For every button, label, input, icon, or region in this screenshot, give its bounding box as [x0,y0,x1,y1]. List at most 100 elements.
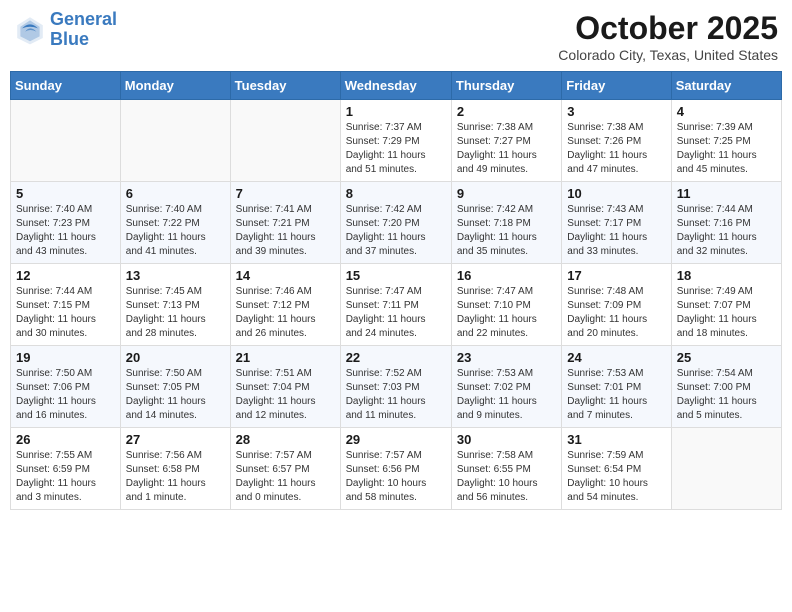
calendar-cell: 2 Sunrise: 7:38 AMSunset: 7:27 PMDaylight… [451,100,561,182]
calendar-cell: 9Sunrise: 7:42 AMSunset: 7:18 PMDaylight… [451,182,561,264]
day-info: Sunrise: 7:57 AMSunset: 6:57 PMDaylight:… [236,449,335,505]
logo-icon [14,14,46,46]
day-info: Sunrise: 7:53 AMSunset: 7:01 PMDaylight:… [567,367,665,423]
calendar-week-row: 26 Sunrise: 7:55 AMSunset: 6:59 PMDayligh… [11,428,782,510]
day-number: 3 [567,104,665,119]
day-number: 30 [457,432,556,447]
logo-line2: Blue [50,29,89,49]
day-number: 21 [236,350,335,365]
day-info: Sunrise: 7:58 AMSunset: 6:55 PMDaylight:… [457,449,556,505]
day-info: Sunrise: 7:40 AMSunset: 7:23 PMDaylight:… [16,203,115,259]
calendar-cell [120,100,230,182]
calendar-cell: 1 Sunrise: 7:37 AMSunset: 7:29 PMDaylight… [340,100,451,182]
day-number: 24 [567,350,665,365]
day-info: Sunrise: 7:45 AMSunset: 7:13 PMDaylight:… [126,285,225,341]
day-number: 20 [126,350,225,365]
day-info: Sunrise: 7:47 AMSunset: 7:11 PMDaylight:… [346,285,446,341]
calendar-cell [230,100,340,182]
day-header-wednesday: Wednesday [340,72,451,100]
calendar-table: SundayMondayTuesdayWednesdayThursdayFrid… [10,71,782,510]
day-info: Sunrise: 7:44 AMSunset: 7:16 PMDaylight:… [677,203,776,259]
day-info: Sunrise: 7:43 AMSunset: 7:17 PMDaylight:… [567,203,665,259]
day-number: 19 [16,350,115,365]
calendar-cell: 29Sunrise: 7:57 AMSunset: 6:56 PMDayligh… [340,428,451,510]
day-info: Sunrise: 7:50 AMSunset: 7:06 PMDaylight:… [16,367,115,423]
logo-line1: General [50,9,117,29]
day-info: Sunrise: 7:42 AMSunset: 7:18 PMDaylight:… [457,203,556,259]
calendar-week-row: 19 Sunrise: 7:50 AMSunset: 7:06 PMDayligh… [11,346,782,428]
calendar-cell: 26 Sunrise: 7:55 AMSunset: 6:59 PMDayligh… [11,428,121,510]
day-number: 31 [567,432,665,447]
calendar-week-row: 1 Sunrise: 7:37 AMSunset: 7:29 PMDaylight… [11,100,782,182]
day-number: 10 [567,186,665,201]
calendar-cell: 20 Sunrise: 7:50 AMSunset: 7:05 PMDayligh… [120,346,230,428]
day-info: Sunrise: 7:50 AMSunset: 7:05 PMDaylight:… [126,367,225,423]
day-number: 1 [346,104,446,119]
day-header-thursday: Thursday [451,72,561,100]
day-header-tuesday: Tuesday [230,72,340,100]
day-info: Sunrise: 7:54 AMSunset: 7:00 PMDaylight:… [677,367,776,423]
day-number: 5 [16,186,115,201]
day-number: 14 [236,268,335,283]
calendar-cell: 5 Sunrise: 7:40 AMSunset: 7:23 PMDaylight… [11,182,121,264]
day-number: 22 [346,350,446,365]
day-number: 17 [567,268,665,283]
calendar-cell: 10 Sunrise: 7:43 AMSunset: 7:17 PMDayligh… [562,182,671,264]
day-number: 28 [236,432,335,447]
day-info: Sunrise: 7:59 AMSunset: 6:54 PMDaylight:… [567,449,665,505]
logo: General Blue [14,10,117,50]
day-info: Sunrise: 7:52 AMSunset: 7:03 PMDaylight:… [346,367,446,423]
day-number: 15 [346,268,446,283]
day-number: 12 [16,268,115,283]
day-info: Sunrise: 7:49 AMSunset: 7:07 PMDaylight:… [677,285,776,341]
day-info: Sunrise: 7:44 AMSunset: 7:15 PMDaylight:… [16,285,115,341]
day-number: 23 [457,350,556,365]
day-number: 2 [457,104,556,119]
calendar-cell: 3 Sunrise: 7:38 AMSunset: 7:26 PMDaylight… [562,100,671,182]
calendar-cell: 6 Sunrise: 7:40 AMSunset: 7:22 PMDaylight… [120,182,230,264]
day-info: Sunrise: 7:48 AMSunset: 7:09 PMDaylight:… [567,285,665,341]
day-number: 11 [677,186,776,201]
calendar-cell: 8Sunrise: 7:42 AMSunset: 7:20 PMDaylight… [340,182,451,264]
location-title: Colorado City, Texas, United States [558,47,778,63]
title-area: October 2025 Colorado City, Texas, Unite… [558,10,778,63]
calendar-cell: 21 Sunrise: 7:51 AMSunset: 7:04 PMDayligh… [230,346,340,428]
day-info: Sunrise: 7:40 AMSunset: 7:22 PMDaylight:… [126,203,225,259]
day-info: Sunrise: 7:41 AMSunset: 7:21 PMDaylight:… [236,203,335,259]
calendar-cell: 17 Sunrise: 7:48 AMSunset: 7:09 PMDayligh… [562,264,671,346]
logo-text: General Blue [50,10,117,50]
calendar-week-row: 12 Sunrise: 7:44 AMSunset: 7:15 PMDayligh… [11,264,782,346]
calendar-cell: 18 Sunrise: 7:49 AMSunset: 7:07 PMDayligh… [671,264,781,346]
day-number: 26 [16,432,115,447]
day-info: Sunrise: 7:38 AMSunset: 7:26 PMDaylight:… [567,121,665,177]
calendar-week-row: 5 Sunrise: 7:40 AMSunset: 7:23 PMDaylight… [11,182,782,264]
day-number: 6 [126,186,225,201]
day-header-sunday: Sunday [11,72,121,100]
calendar-header-row: SundayMondayTuesdayWednesdayThursdayFrid… [11,72,782,100]
day-info: Sunrise: 7:51 AMSunset: 7:04 PMDaylight:… [236,367,335,423]
calendar-cell: 27Sunrise: 7:56 AMSunset: 6:58 PMDayligh… [120,428,230,510]
day-info: Sunrise: 7:38 AMSunset: 7:27 PMDaylight:… [457,121,556,177]
day-number: 18 [677,268,776,283]
day-info: Sunrise: 7:37 AMSunset: 7:29 PMDaylight:… [346,121,446,177]
calendar-cell: 19 Sunrise: 7:50 AMSunset: 7:06 PMDayligh… [11,346,121,428]
day-number: 7 [236,186,335,201]
calendar-cell: 22 Sunrise: 7:52 AMSunset: 7:03 PMDayligh… [340,346,451,428]
day-header-friday: Friday [562,72,671,100]
day-info: Sunrise: 7:55 AMSunset: 6:59 PMDaylight:… [16,449,115,505]
calendar-cell: 28 Sunrise: 7:57 AMSunset: 6:57 PMDayligh… [230,428,340,510]
day-number: 27 [126,432,225,447]
calendar-cell: 24 Sunrise: 7:53 AMSunset: 7:01 PMDayligh… [562,346,671,428]
page-header: General Blue October 2025 Colorado City,… [10,10,782,63]
calendar-cell: 13 Sunrise: 7:45 AMSunset: 7:13 PMDayligh… [120,264,230,346]
calendar-cell: 7 Sunrise: 7:41 AMSunset: 7:21 PMDaylight… [230,182,340,264]
day-number: 8 [346,186,446,201]
calendar-cell: 25Sunrise: 7:54 AMSunset: 7:00 PMDayligh… [671,346,781,428]
day-header-saturday: Saturday [671,72,781,100]
calendar-cell: 12 Sunrise: 7:44 AMSunset: 7:15 PMDayligh… [11,264,121,346]
day-number: 16 [457,268,556,283]
day-number: 13 [126,268,225,283]
calendar-cell: 16Sunrise: 7:47 AMSunset: 7:10 PMDayligh… [451,264,561,346]
calendar-cell: 15 Sunrise: 7:47 AMSunset: 7:11 PMDayligh… [340,264,451,346]
day-info: Sunrise: 7:46 AMSunset: 7:12 PMDaylight:… [236,285,335,341]
